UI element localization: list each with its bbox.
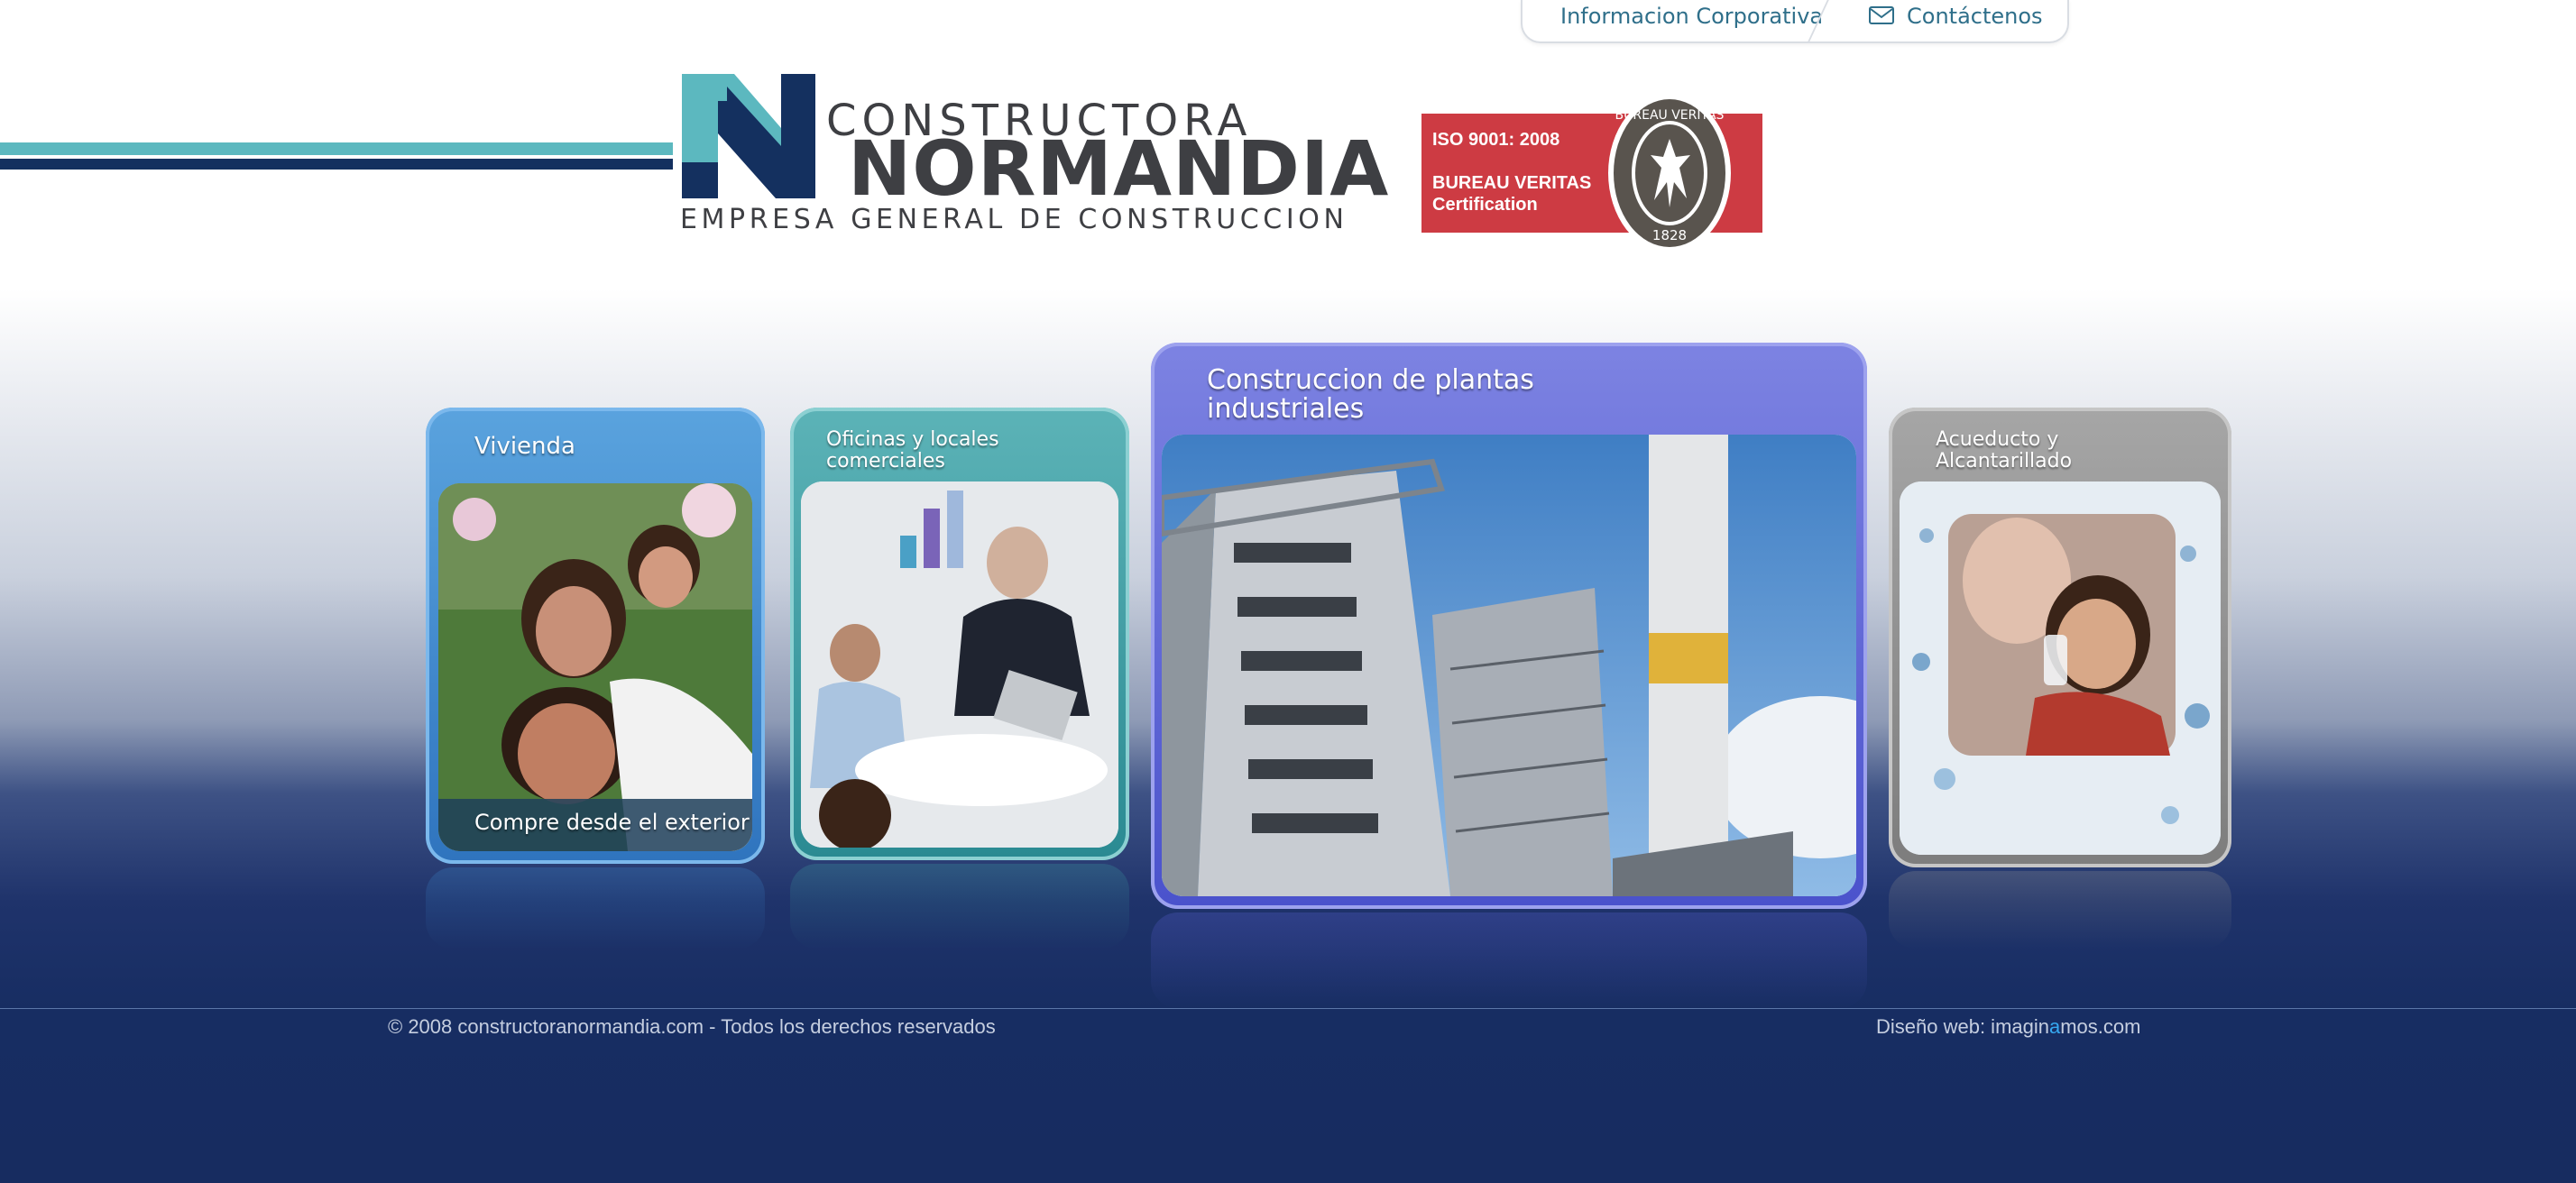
- water-photo: [1900, 481, 2221, 855]
- card-acueducto-alcantarillado[interactable]: Acueducto y Alcantarillado: [1889, 408, 2231, 867]
- nav-contactenos[interactable]: Contáctenos: [1907, 0, 2043, 32]
- office-photo: [801, 481, 1118, 848]
- card-reflection: [790, 864, 1129, 949]
- card-reflection: [1889, 871, 2231, 949]
- top-nav: Informacion Corporativa Contáctenos: [1521, 0, 2069, 43]
- card-caption-link[interactable]: Compre desde el exterior: [474, 811, 750, 834]
- nav-informacion-corporativa[interactable]: Informacion Corporativa: [1560, 0, 1823, 32]
- card-oficinas-locales[interactable]: Oficinas y locales comerciales: [790, 408, 1129, 860]
- logo-tagline: EMPRESA GENERAL DE CONSTRUCCION: [680, 204, 1348, 235]
- footer-copyright: © 2008 constructoranormandia.com - Todos…: [388, 1015, 996, 1038]
- seal-year: 1828: [1652, 227, 1687, 243]
- card-reflection: [1151, 912, 1867, 1008]
- card-vivienda[interactable]: Vivienda Compre desde el exterior: [426, 408, 765, 864]
- design-suffix: mos.com: [2060, 1015, 2141, 1038]
- card-title-line1: Acueducto y: [1936, 428, 2059, 451]
- card-photo-frame: [801, 481, 1118, 848]
- card-title-line2: Alcantarillado: [1936, 450, 2073, 472]
- card-construccion-plantas[interactable]: Construccion de plantas industriales: [1151, 343, 1867, 909]
- header-stripe-teal: [0, 142, 673, 155]
- design-prefix: Diseño web: imagin: [1876, 1015, 2049, 1038]
- iso-certification-label: Certification: [1432, 195, 1538, 215]
- card-title-line1: Construccion de plantas: [1207, 364, 1534, 396]
- footer-design-credit-link[interactable]: Diseño web: imaginamos.com: [1876, 1015, 2140, 1039]
- iso-certifier: BUREAU VERITAS: [1432, 173, 1592, 193]
- iso-standard: ISO 9001: 2008: [1432, 130, 1560, 150]
- card-photo-frame: [1162, 435, 1856, 896]
- design-highlight: a: [2048, 1015, 2061, 1038]
- industrial-plant-photo: [1162, 435, 1856, 896]
- card-photo-frame: [438, 483, 752, 851]
- card-title: Vivienda: [474, 433, 575, 460]
- bureau-veritas-seal-icon: BUREAU VERITAS 1828: [1608, 94, 1731, 252]
- card-title-line1: Oficinas y locales: [826, 428, 999, 451]
- mail-icon[interactable]: [1869, 5, 1894, 25]
- logo-normandia: NORMANDIA: [848, 124, 1390, 213]
- footer-divider: [0, 1008, 2576, 1009]
- card-title-line2: comerciales: [826, 450, 945, 472]
- card-reflection: [426, 867, 765, 949]
- card-photo-frame: [1900, 481, 2221, 855]
- seal-top-text: BUREAU VERITAS: [1615, 108, 1725, 123]
- card-title-line2: industriales: [1207, 393, 1365, 425]
- header-stripe-navy: [0, 159, 673, 170]
- normandia-logo-icon[interactable]: [682, 74, 815, 198]
- family-photo: [438, 483, 752, 851]
